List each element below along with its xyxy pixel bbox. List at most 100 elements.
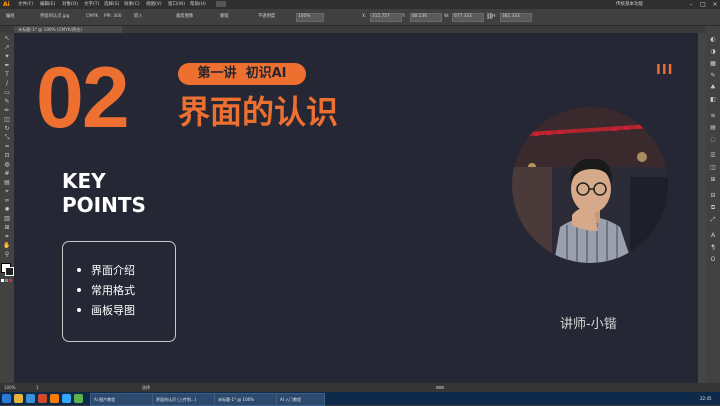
photoshop-icon[interactable] <box>62 394 71 403</box>
scale-tool-icon[interactable]: ⤡ <box>2 134 12 141</box>
shape-builder-tool-icon[interactable]: ◍ <box>2 161 12 168</box>
stroke-swatch[interactable] <box>5 267 14 276</box>
panel-dock: ◐ ◑ ▦ ✎ ♣ ◧ ≡ ▤ ◌ ☰ ◫ ⊞ ⊟ ⧉ ⤢ A ¶ O <box>706 26 720 383</box>
appearance-panel-icon[interactable]: ☰ <box>708 152 718 159</box>
graphic-styles-panel-icon[interactable]: ◧ <box>708 96 718 103</box>
free-transform-tool-icon[interactable]: ⊡ <box>2 152 12 159</box>
pencil-tool-icon[interactable]: ✏ <box>2 107 12 114</box>
workspace-switcher[interactable]: 传统基本功能 <box>616 0 643 9</box>
document-tab[interactable]: 未标题-1* @ 100% (CMYK/预览) <box>14 26 122 33</box>
clock: 22:45 <box>700 396 712 401</box>
close-icon[interactable]: × <box>710 1 720 8</box>
menu-select[interactable]: 选择(S) <box>104 0 119 9</box>
w-label: W: <box>444 14 450 19</box>
menu-help[interactable]: 帮助(H) <box>190 0 206 9</box>
bullet-label: 画板导图 <box>91 304 135 317</box>
eraser-tool-icon[interactable]: ◫ <box>2 116 12 123</box>
symbol-sprayer-tool-icon[interactable]: ✺ <box>2 206 12 213</box>
start-icon[interactable] <box>2 394 11 403</box>
h-label: H: <box>492 14 497 19</box>
zoom-level[interactable]: 100% <box>4 383 15 392</box>
menu-file[interactable]: 文件(F) <box>18 0 33 9</box>
mesh-tool-icon[interactable]: # <box>2 170 12 177</box>
explorer-icon[interactable] <box>14 394 23 403</box>
zoom-tool-icon[interactable]: ⚲ <box>2 251 12 258</box>
magic-wand-tool-icon[interactable]: ✦ <box>2 53 12 60</box>
selection-tool-icon[interactable]: ↖ <box>2 35 12 42</box>
artboard-number[interactable]: 1 <box>36 383 39 392</box>
line-tool-icon[interactable]: / <box>2 80 12 87</box>
artboard-tool-icon[interactable]: ⊞ <box>2 224 12 231</box>
color-panel-icon[interactable]: ◐ <box>708 36 718 43</box>
maximize-icon[interactable]: □ <box>698 1 708 8</box>
mask-button[interactable]: 蒙版 <box>220 9 229 25</box>
wechat-icon[interactable] <box>74 394 83 403</box>
taskbar-item[interactable]: AI 入门教程 <box>276 393 325 406</box>
align-panel-icon[interactable]: ⊟ <box>708 192 718 199</box>
paintbrush-tool-icon[interactable]: ✎ <box>2 98 12 105</box>
media-icon[interactable] <box>38 394 47 403</box>
menu-object[interactable]: 对象(O) <box>62 0 78 9</box>
menu-type[interactable]: 文字(T) <box>84 0 99 9</box>
key-points-box: 界面介绍 常用格式 画板导图 <box>62 241 176 342</box>
gradient-tool-icon[interactable]: ▤ <box>2 179 12 186</box>
bullet-label: 常用格式 <box>91 284 135 297</box>
artboard[interactable]: 02 第一讲 初识AI 界面的认识 III KEY POINTS 界面介绍 常用… <box>14 33 698 383</box>
taskbar-item[interactable]: 未标题-1* @ 100% <box>214 393 277 406</box>
hand-tool-icon[interactable]: ✋ <box>2 242 12 249</box>
pathfinder-panel-icon[interactable]: ⧉ <box>708 204 718 211</box>
vertical-scrollbar[interactable] <box>698 33 706 383</box>
object-type-label: 编组 <box>6 14 15 19</box>
transparency-panel-icon[interactable]: ◌ <box>708 136 718 143</box>
blend-tool-icon[interactable]: ∞ <box>2 197 12 204</box>
eyedropper-tool-icon[interactable]: ⌖ <box>2 188 12 195</box>
status-bar: 100% 1 选择 <box>0 383 720 392</box>
brushes-panel-icon[interactable]: ✎ <box>708 72 718 79</box>
taskbar-item[interactable]: Ai 图片教程 <box>90 393 153 406</box>
width-value: 677.333 <box>454 14 472 19</box>
transform-panel-icon[interactable]: ⤢ <box>708 216 718 223</box>
menu-edit[interactable]: 编辑(E) <box>40 0 55 9</box>
direct-selection-tool-icon[interactable]: ↗ <box>2 44 12 51</box>
y-value: 88.536 <box>412 14 428 19</box>
pen-tool-icon[interactable]: ✒ <box>2 62 12 69</box>
taskbar-item[interactable]: 界面的认识 (上传到...) <box>152 393 215 406</box>
browser-icon[interactable] <box>26 394 35 403</box>
rectangle-tool-icon[interactable]: ▭ <box>2 89 12 96</box>
swatches-panel-icon[interactable]: ▦ <box>708 60 718 67</box>
linked-file-name[interactable]: 界面的认识.jpg <box>40 9 70 25</box>
color-guide-panel-icon[interactable]: ◑ <box>708 48 718 55</box>
rotate-tool-icon[interactable]: ↻ <box>2 125 12 132</box>
crop-image-button[interactable]: 裁剪图像 <box>176 9 193 25</box>
paragraph-panel-icon[interactable]: ¶ <box>708 244 718 251</box>
teacher-photo-illustration <box>512 107 668 263</box>
x-label: X: <box>362 14 367 19</box>
artboards-panel-icon[interactable]: ⊞ <box>708 176 718 183</box>
menu-view[interactable]: 视图(V) <box>146 0 162 9</box>
character-panel-icon[interactable]: A <box>708 232 718 239</box>
stroke-panel-icon[interactable]: ≡ <box>708 112 718 119</box>
slice-tool-icon[interactable]: ⌗ <box>2 233 12 240</box>
embed-button[interactable]: 嵌入 <box>134 9 143 25</box>
menu-bar: Ai 文件(F) 编辑(E) 对象(O) 文字(T) 选择(S) 效果(C) 视… <box>0 0 720 9</box>
color-mode-icon[interactable] <box>1 279 4 282</box>
symbols-panel-icon[interactable]: ♣ <box>708 84 718 91</box>
opacity-value: 100% <box>298 14 311 19</box>
minimize-icon[interactable]: – <box>686 1 696 8</box>
type-tool-icon[interactable]: T <box>2 71 12 78</box>
none-mode-icon[interactable] <box>9 279 12 282</box>
layers-panel-icon[interactable]: ◫ <box>708 164 718 171</box>
column-graph-tool-icon[interactable]: ▥ <box>2 215 12 222</box>
illustrator-icon[interactable] <box>50 394 59 403</box>
menu-effect[interactable]: 效果(C) <box>124 0 140 9</box>
list-item: 界面介绍 <box>77 264 135 278</box>
opentype-panel-icon[interactable]: O <box>708 256 718 263</box>
horizontal-scrollbar-thumb[interactable] <box>436 386 444 389</box>
gradient-panel-icon[interactable]: ▤ <box>708 124 718 131</box>
teacher-name: 讲师-小锴 <box>560 317 617 332</box>
width-tool-icon[interactable]: ≈ <box>2 143 12 150</box>
gradient-mode-icon[interactable] <box>5 279 8 282</box>
bridge-icon[interactable] <box>216 1 226 7</box>
lesson-pill: 第一讲 初识AI <box>178 63 306 85</box>
menu-window[interactable]: 窗口(W) <box>168 0 185 9</box>
